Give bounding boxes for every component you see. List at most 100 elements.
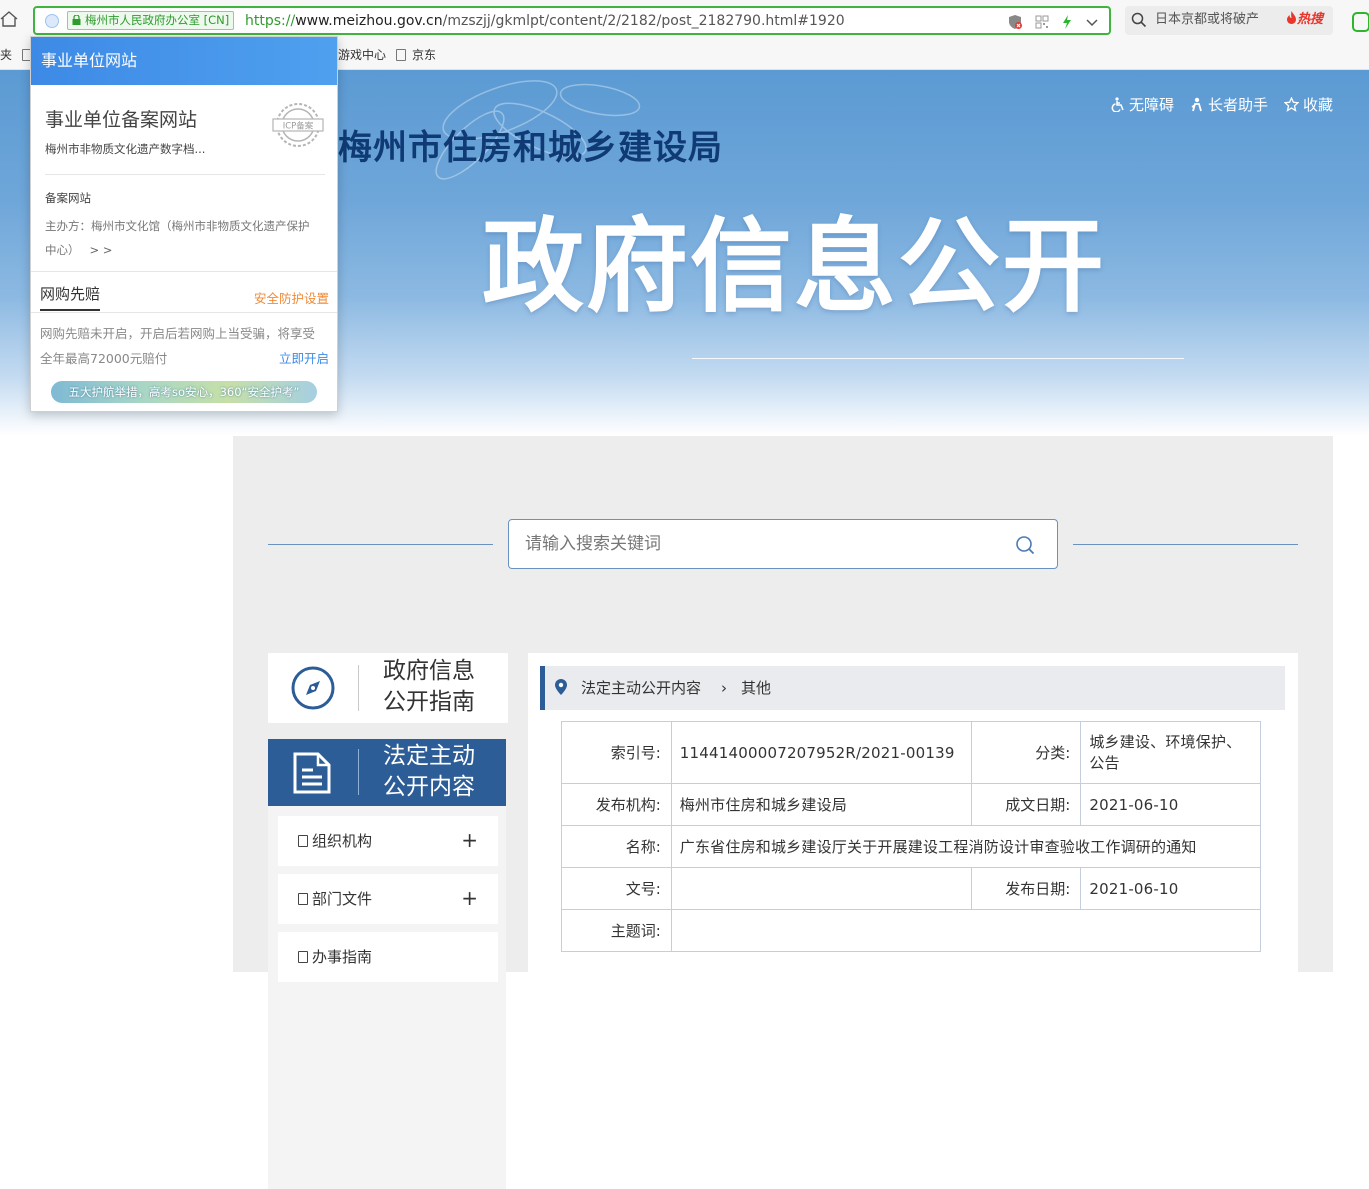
sidebar-item-organization[interactable]: 组织机构 +: [278, 816, 498, 866]
lock-icon: [72, 15, 81, 25]
favorite-link[interactable]: 收藏: [1283, 94, 1333, 115]
bookmark-label: 游戏中心: [338, 48, 387, 62]
keywords-label: 主题词:: [561, 909, 672, 952]
home-icon[interactable]: [0, 10, 18, 28]
sidebar-item-label: 部门文件: [312, 890, 373, 908]
breadcrumb-level2[interactable]: 其他: [741, 678, 771, 698]
guide-label-line1: 政府信息: [383, 658, 475, 684]
file-icon: [298, 835, 308, 847]
table-row: 文号: 发布日期: 2021-06-10: [561, 867, 1261, 910]
icp-stamp-text: ICP备案: [283, 121, 314, 132]
category-label: 分类:: [970, 721, 1082, 784]
hot-search-label[interactable]: 热搜: [1286, 11, 1323, 29]
popup-tab-purchase-protection[interactable]: 网购先赔: [40, 283, 101, 311]
active-label-line1: 法定主动: [383, 743, 475, 769]
expand-icon[interactable]: +: [461, 828, 478, 852]
bookmark-item[interactable]: 游戏中心: [338, 48, 386, 62]
category-value-line1: 城乡建设、环境保护、: [1089, 732, 1242, 751]
sidebar-item-service-guide[interactable]: 办事指南: [278, 932, 498, 982]
table-row: 索引号: 11441400007207952R/2021-00139 分类: 城…: [561, 721, 1261, 784]
search-icon[interactable]: [1131, 12, 1147, 28]
document-info-table: 索引号: 11441400007207952R/2021-00139 分类: 城…: [561, 721, 1262, 952]
bookmark-label: 京东: [412, 48, 437, 62]
popup-description: 网购先赔未开启，开启后若网购上当受骗，将享受 全年最高72000元赔付: [40, 321, 315, 371]
flame-icon: [1286, 11, 1296, 24]
star-icon: [1283, 97, 1299, 112]
bookmark-item[interactable]: 夹: [0, 48, 12, 62]
bookmark-label: 夹: [0, 48, 13, 62]
accessibility-label: 无障碍: [1128, 96, 1174, 114]
certificate-badge[interactable]: 梅州市人民政府办公室 [CN]: [67, 11, 235, 30]
lightning-icon[interactable]: [1061, 14, 1073, 30]
file-icon: [298, 893, 308, 905]
doc-no-label: 文号:: [561, 867, 672, 910]
guide-divider: [358, 665, 359, 711]
browser-search-box[interactable]: 日本京都或将破产 热搜: [1125, 6, 1333, 35]
url-text[interactable]: https://www.meizhou.gov.cn/mzszjj/gkmlpt…: [245, 12, 845, 30]
expand-icon[interactable]: +: [461, 886, 478, 910]
chevron-down-icon[interactable]: [1085, 15, 1099, 29]
sidebar-item-label: 办事指南: [312, 948, 373, 966]
popup-more-link[interactable]: > >: [90, 243, 113, 257]
doc-no-value: [670, 867, 972, 910]
security-shield-icon[interactable]: [1007, 14, 1023, 30]
search-icon[interactable]: [1015, 535, 1035, 555]
index-no-label: 索引号:: [561, 721, 672, 784]
popup-organizer-line1: 主办方：梅州市文化馆（梅州市非物质文化遗产保护: [45, 219, 310, 233]
popup-divider: [31, 271, 337, 272]
site-favicon-icon[interactable]: [45, 14, 59, 28]
breadcrumb: 法定主动公开内容 › 其他: [540, 666, 1285, 710]
popup-description-line2: 全年最高72000元赔付: [40, 351, 168, 366]
search-input[interactable]: [523, 531, 993, 557]
publish-date-label: 发布日期:: [970, 867, 1082, 910]
breadcrumb-separator-icon: ›: [721, 679, 727, 697]
name-label: 名称:: [561, 825, 672, 868]
popup-organizer: 主办方：梅州市文化馆（梅州市非物质文化遗产保护 中心） > >: [45, 214, 310, 262]
extension-icon[interactable]: [1352, 12, 1369, 32]
security-settings-link[interactable]: 安全防护设置: [254, 288, 329, 307]
popup-title: 事业单位备案网站: [45, 109, 198, 131]
search-divider-right: [1073, 544, 1298, 545]
table-row: 主题词:: [561, 909, 1262, 952]
publish-date-value: 2021-06-10: [1080, 867, 1261, 910]
search-divider-left: [268, 544, 493, 545]
favorite-label: 收藏: [1302, 96, 1333, 114]
site-search: [508, 519, 1058, 569]
main-content: 政府信息 公开指南 法定主动 公开内容 组织机构 + 部门文件 + 办: [233, 436, 1333, 1189]
icp-stamp-icon: ICP备案: [272, 103, 324, 147]
promo-banner[interactable]: 五大护航举措，高考so安心，360“安全护考”: [51, 381, 317, 403]
guide-entry[interactable]: 政府信息 公开指南: [268, 653, 508, 723]
accessibility-link[interactable]: 无障碍: [1111, 94, 1174, 115]
popup-description-line1: 网购先赔未开启，开启后若网购上当受骗，将享受: [40, 326, 316, 341]
accessibility-icon: [1111, 97, 1124, 112]
sidebar-item-department-files[interactable]: 部门文件 +: [278, 874, 498, 924]
popup-divider: [45, 174, 325, 175]
enable-now-link[interactable]: 立即开启: [279, 346, 329, 371]
qr-code-icon[interactable]: [1035, 15, 1049, 29]
site-title[interactable]: 梅州市住房和城乡建设局: [338, 120, 723, 169]
address-bar[interactable]: 梅州市人民政府办公室 [CN] https://www.meizhou.gov.…: [33, 6, 1111, 35]
popup-subtitle: 梅州市非物质文化遗产数字档...: [45, 142, 206, 156]
active-disclosure-entry[interactable]: 法定主动 公开内容: [268, 739, 506, 806]
active-divider: [358, 749, 359, 795]
file-icon: [298, 951, 308, 963]
guide-label: 政府信息 公开指南: [383, 656, 475, 718]
name-value: 广东省住房和城乡建设厅关于开展建设工程消防设计审查验收工作调研的通知: [670, 825, 1262, 868]
created-date-value: 2021-06-10: [1080, 783, 1261, 826]
category-value: 城乡建设、环境保护、 公告: [1080, 721, 1261, 784]
active-label-line2: 公开内容: [383, 774, 475, 800]
banner-title: 政府信息公开: [482, 208, 1106, 327]
publisher-value: 梅州市住房和城乡建设局: [670, 783, 972, 826]
document-icon: [293, 752, 331, 794]
url-path: /mzszjj/gkmlpt/content/2/2182/post_21827…: [442, 13, 845, 29]
hot-search-text: 热搜: [1296, 12, 1323, 27]
sidebar-item-label: 组织机构: [312, 832, 373, 850]
site-info-popup: 事业单位网站 事业单位备案网站 梅州市非物质文化遗产数字档... ICP备案 备…: [30, 36, 338, 412]
location-pin-icon: [555, 679, 567, 695]
elder-assistant-link[interactable]: 长者助手: [1190, 94, 1268, 115]
table-row: 名称: 广东省住房和城乡建设厅关于开展建设工程消防设计审查验收工作调研的通知: [561, 825, 1262, 868]
url-scheme: https://: [245, 13, 296, 29]
elder-assistant-label: 长者助手: [1207, 96, 1268, 114]
breadcrumb-level1[interactable]: 法定主动公开内容: [581, 678, 701, 698]
bookmark-item[interactable]: 京东: [396, 48, 436, 62]
